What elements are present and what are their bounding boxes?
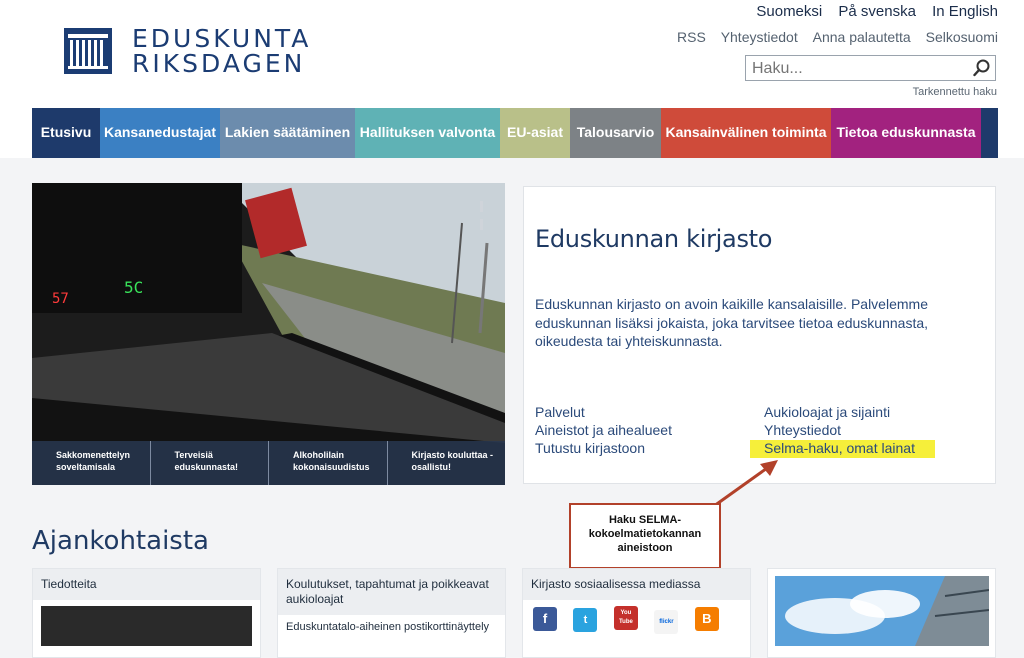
nav-kansainvalinen-toiminta[interactable]: Kansainvälinen toiminta (661, 108, 831, 158)
library-links-right: Aukioloajat ja sijainti Yhteystiedot Sel… (750, 403, 935, 458)
parliament-building-icon (64, 28, 112, 74)
language-links: Suomeksi På svenska In English (744, 3, 998, 20)
hero-tab-2[interactable]: Terveisiä eduskunnasta! (151, 441, 269, 485)
news-card-tiedotteita[interactable]: Tiedotteita (32, 568, 261, 658)
svg-text:57: 57 (52, 291, 69, 307)
nav-tietoa-eduskunnasta[interactable]: Tietoa eduskunnasta (831, 108, 981, 158)
library-links-left: Palvelut Aineistot ja aihealueet Tutustu… (535, 403, 672, 457)
search-box (745, 55, 996, 81)
link-yhteystiedot[interactable]: Yhteystiedot (764, 421, 935, 439)
card-title: Kirjasto sosiaalisessa mediassa (523, 569, 750, 600)
blogger-icon[interactable]: B (694, 607, 719, 631)
easy-finnish-link[interactable]: Selkosuomi (926, 29, 998, 45)
link-tutustu[interactable]: Tutustu kirjastoon (535, 439, 672, 457)
news-heading: Ajankohtaista (32, 526, 209, 556)
lang-swedish[interactable]: På svenska (838, 3, 916, 20)
building-photo (775, 576, 989, 646)
link-aukioloajat[interactable]: Aukioloajat ja sijainti (764, 403, 935, 421)
facebook-icon[interactable]: f (533, 607, 557, 631)
logo-line-2: RIKSDAGEN (132, 49, 306, 78)
nav-end-cap (981, 108, 998, 158)
utility-links: RSS Yhteystiedot Anna palautetta Selkosu… (666, 29, 998, 45)
logo-line-1: EDUSKUNTA (132, 24, 312, 53)
card-image (41, 606, 252, 646)
contact-link[interactable]: Yhteystiedot (721, 29, 798, 45)
news-card-sosiaalinen-media: Kirjasto sosiaalisessa mediassa f t You … (522, 568, 751, 658)
nav-eu-asiat[interactable]: EU-asiat (500, 108, 570, 158)
link-aineistot[interactable]: Aineistot ja aihealueet (535, 421, 672, 439)
card-subtitle[interactable]: Eduskuntatalo-aiheinen postikorttinäytte… (278, 615, 505, 639)
news-card-image[interactable] (767, 568, 996, 658)
advanced-search-link[interactable]: Tarkennettu haku (913, 86, 997, 98)
twitter-icon[interactable]: t (573, 608, 598, 632)
rss-link[interactable]: RSS (677, 29, 706, 45)
svg-text:5C: 5C (124, 278, 143, 297)
hero-carousel[interactable]: 57 5C Sakkomenettelyn soveltamisala Terv… (32, 183, 505, 485)
link-palvelut[interactable]: Palvelut (535, 403, 672, 421)
library-description: Eduskunnan kirjasto on avoin kaikille ka… (535, 296, 929, 349)
nav-etusivu[interactable]: Etusivu (32, 108, 100, 158)
feedback-link[interactable]: Anna palautetta (813, 29, 911, 45)
card-title: Koulutukset, tapahtumat ja poikkeavat au… (278, 569, 505, 615)
hero-tabs: Sakkomenettelyn soveltamisala Terveisiä … (32, 441, 505, 485)
library-info-panel: Eduskunnan kirjasto Eduskunnan kirjasto … (523, 186, 996, 484)
nav-kansanedustajat[interactable]: Kansanedustajat (100, 108, 220, 158)
nav-lakien-saataminen[interactable]: Lakien säätäminen (220, 108, 355, 158)
youtube-icon[interactable]: You Tube (613, 606, 638, 630)
hero-tab-3[interactable]: Alkoholilain kokonaisuudistus (269, 441, 388, 485)
pause-icon[interactable] (480, 199, 489, 230)
site-logo[interactable]: EDUSKUNTA RIKSDAGEN (64, 26, 314, 76)
logo-text: EDUSKUNTA RIKSDAGEN (132, 26, 311, 76)
card-title: Tiedotteita (33, 569, 260, 600)
nav-talousarvio[interactable]: Talousarvio (570, 108, 661, 158)
nav-hallituksen-valvonta[interactable]: Hallituksen valvonta (355, 108, 500, 158)
flickr-icon[interactable]: flickr (654, 610, 679, 634)
social-icons: f t You Tube flickr B (523, 600, 750, 634)
search-input[interactable] (750, 57, 969, 81)
search-icon[interactable] (973, 59, 991, 82)
hero-tab-4[interactable]: Kirjasto kouluttaa - osallistu! (388, 441, 506, 485)
site-header: EDUSKUNTA RIKSDAGEN Suomeksi På svenska … (0, 0, 1024, 158)
hero-tab-1[interactable]: Sakkomenettelyn soveltamisala (32, 441, 151, 485)
news-card-koulutukset[interactable]: Koulutukset, tapahtumat ja poikkeavat au… (277, 568, 506, 658)
lang-english[interactable]: In English (932, 3, 998, 20)
annotation-callout: Haku SELMA-kokoelmatietokannan aineistoo… (569, 503, 721, 569)
main-nav: Etusivu Kansanedustajat Lakien säätämine… (32, 108, 998, 158)
hero-image: 57 5C (32, 183, 505, 485)
library-title: Eduskunnan kirjasto (535, 225, 773, 253)
lang-finnish[interactable]: Suomeksi (756, 3, 822, 20)
